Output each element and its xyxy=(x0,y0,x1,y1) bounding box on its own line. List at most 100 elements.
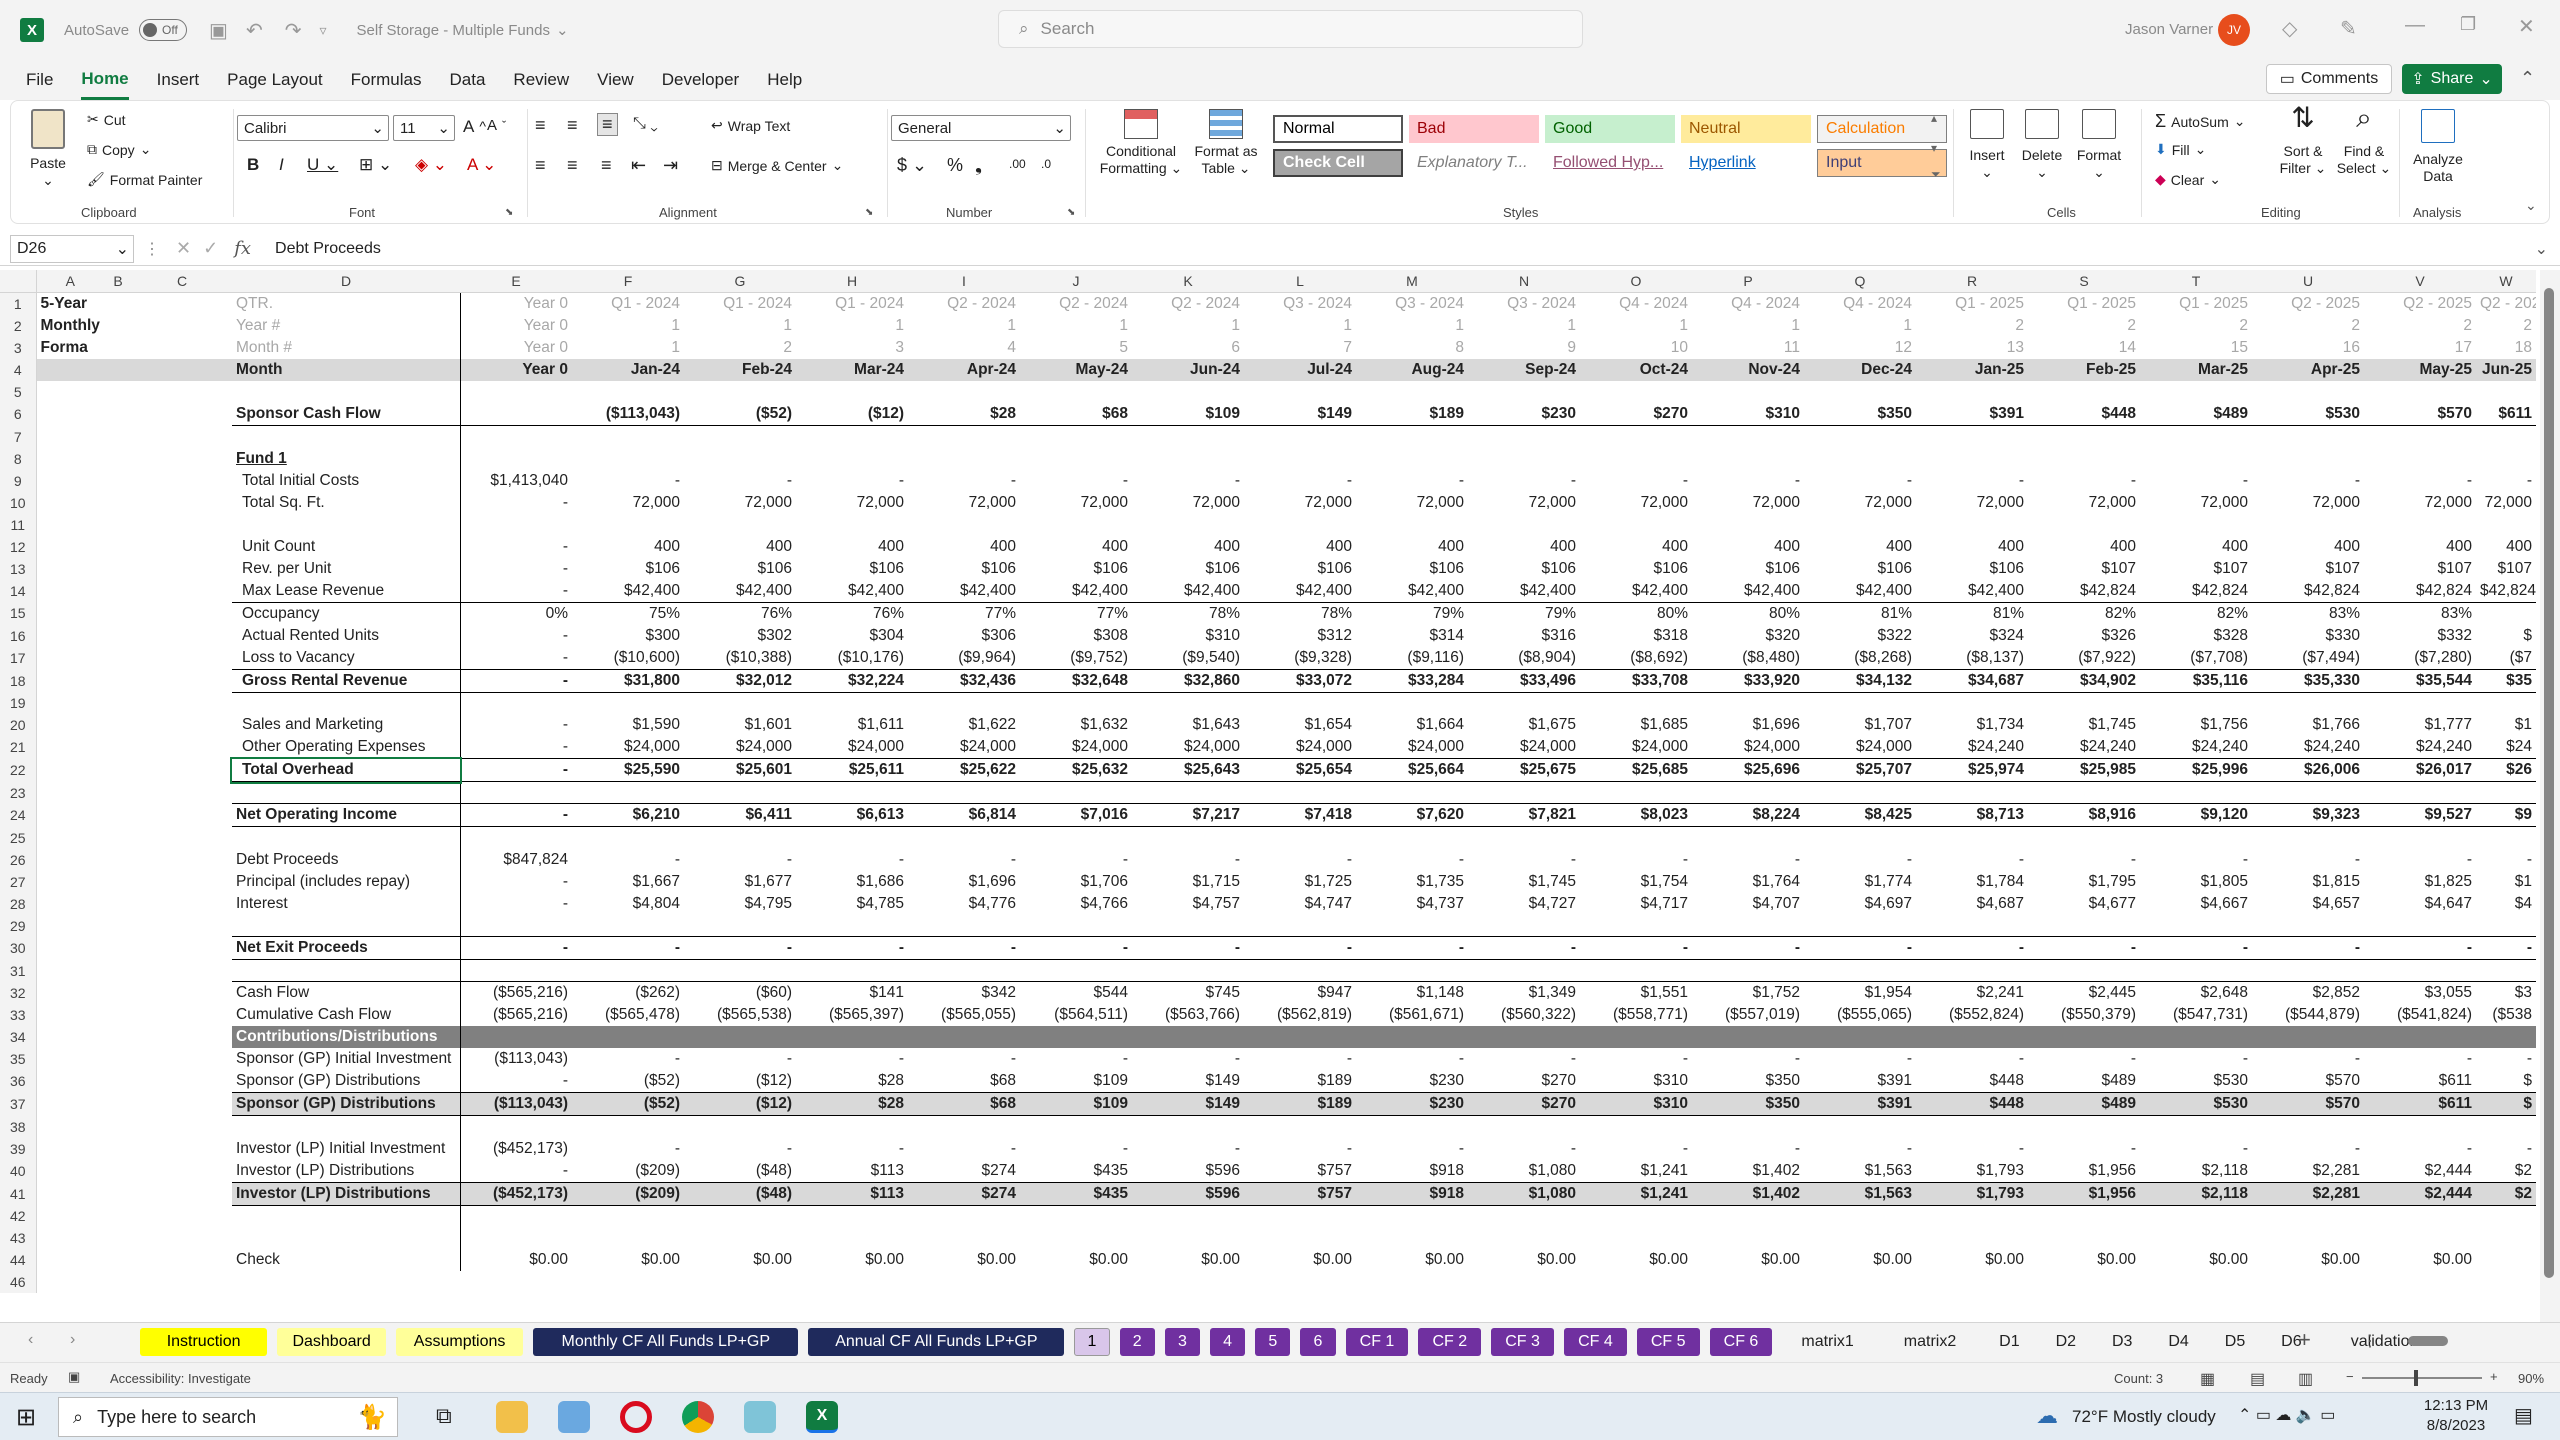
cell-value[interactable]: $322 xyxy=(1804,625,1916,647)
cell-value[interactable]: - xyxy=(1132,1138,1244,1160)
cell-value[interactable]: - xyxy=(684,849,796,871)
cell-year0[interactable]: ($565,216) xyxy=(459,1004,572,1026)
cell-value[interactable]: - xyxy=(684,470,796,492)
cell-value[interactable] xyxy=(1244,514,1356,536)
cell-value[interactable]: $106 xyxy=(1580,558,1692,580)
cell[interactable] xyxy=(132,470,232,492)
cell-value[interactable] xyxy=(1692,1116,1804,1138)
cell-value[interactable]: $34,902 xyxy=(2028,668,2140,693)
cell-value[interactable]: $24,240 xyxy=(2140,736,2252,759)
cell-value[interactable]: ($560,322) xyxy=(1468,1004,1580,1026)
cell-value[interactable]: $1,793 xyxy=(1916,1160,2028,1183)
zoom-out-icon[interactable]: − xyxy=(2346,1369,2354,1384)
cell-value[interactable]: - xyxy=(684,1048,796,1070)
close-icon[interactable]: ✕ xyxy=(2518,14,2535,39)
cell-value[interactable]: $24,000 xyxy=(1468,736,1580,759)
cell[interactable] xyxy=(104,804,132,827)
cell-value[interactable]: $324 xyxy=(1916,625,2028,647)
cell-value[interactable] xyxy=(2476,692,2536,714)
row-number[interactable]: 10 xyxy=(0,491,37,514)
cell-value[interactable] xyxy=(1020,1116,1132,1138)
cell-value[interactable] xyxy=(1804,514,1916,536)
cell-value[interactable] xyxy=(2028,1205,2140,1227)
cell[interactable] xyxy=(132,337,232,359)
cell-value[interactable] xyxy=(2140,1116,2252,1138)
cell-value[interactable]: - xyxy=(572,936,684,960)
cell-value[interactable] xyxy=(1244,827,1356,849)
cell[interactable] xyxy=(1132,1271,1244,1293)
cell-value[interactable]: $24,240 xyxy=(2252,736,2364,759)
cell-value[interactable]: 1 xyxy=(1020,315,1132,337)
cell-value[interactable] xyxy=(2252,426,2364,448)
cell-value[interactable]: $3,055 xyxy=(2364,981,2476,1004)
cell-value[interactable] xyxy=(796,827,908,849)
cell-value[interactable]: $42,400 xyxy=(572,579,684,603)
cell-value[interactable] xyxy=(1020,1026,1132,1048)
cell[interactable] xyxy=(104,871,132,893)
cell-value[interactable]: $109 xyxy=(1132,403,1244,426)
cell-value[interactable]: - xyxy=(1692,470,1804,492)
cell-year0[interactable]: - xyxy=(459,936,572,960)
cell-value[interactable] xyxy=(1020,1227,1132,1249)
insert-cells-button[interactable]: Insert ⌄ xyxy=(1963,109,2011,181)
cell-value[interactable]: $106 xyxy=(684,558,796,580)
cell-value[interactable]: $391 xyxy=(1804,1070,1916,1093)
cell-value[interactable]: ($565,538) xyxy=(684,1004,796,1026)
cell-value[interactable]: - xyxy=(1244,936,1356,960)
cell-value[interactable]: $530 xyxy=(2140,1092,2252,1116)
cell-value[interactable]: $1,734 xyxy=(1916,714,2028,736)
row-label[interactable] xyxy=(232,960,460,982)
cell-value[interactable]: $8,916 xyxy=(2028,803,2140,827)
cell-value[interactable]: $109 xyxy=(1020,1070,1132,1093)
styles-scroll-up-icon[interactable]: ▴ xyxy=(1931,111,1937,125)
cell-value[interactable]: $42,400 xyxy=(1244,579,1356,603)
cell-style-calculation[interactable]: Calculation xyxy=(1817,115,1947,143)
cell-value[interactable]: Jun-25 xyxy=(2476,359,2536,381)
cell-value[interactable]: $1,643 xyxy=(1132,714,1244,736)
cell-value[interactable]: $28 xyxy=(796,1070,908,1093)
cell-value[interactable] xyxy=(1916,782,2028,804)
increase-decimal-icon[interactable]: .00 xyxy=(1009,157,1026,171)
row-number[interactable]: 13 xyxy=(0,557,37,580)
cell-value[interactable]: - xyxy=(1916,936,2028,960)
cell-value[interactable]: $448 xyxy=(1916,1070,2028,1093)
search-box[interactable]: ⌕ Search xyxy=(998,10,1583,48)
cell-value[interactable]: $4,707 xyxy=(1692,893,1804,915)
row-number[interactable]: 24 xyxy=(0,803,37,827)
cell[interactable] xyxy=(132,736,232,759)
cell-value[interactable]: Q2 - 2025 xyxy=(2364,293,2476,316)
cell-value[interactable]: 3 xyxy=(796,337,908,359)
row-number[interactable]: 40 xyxy=(0,1159,37,1182)
sheet-tab-6[interactable]: 6 xyxy=(1300,1328,1336,1356)
row-label[interactable]: Unit Count xyxy=(232,536,460,558)
row-label[interactable]: Cash Flow xyxy=(232,981,460,1004)
cell-a[interactable] xyxy=(36,1093,104,1116)
cell-value[interactable] xyxy=(1132,692,1244,714)
cell-value[interactable]: $0.00 xyxy=(684,1249,796,1271)
cell-value[interactable] xyxy=(1132,782,1244,804)
format-cells-button[interactable]: Format ⌄ xyxy=(2071,109,2127,181)
cell-value[interactable] xyxy=(1468,1205,1580,1227)
accessibility-status[interactable]: Accessibility: Investigate xyxy=(110,1371,251,1386)
cell-value[interactable]: $ xyxy=(2476,625,2536,647)
cell-value[interactable]: - xyxy=(908,470,1020,492)
cell[interactable] xyxy=(132,960,232,982)
cell-value[interactable]: - xyxy=(796,849,908,871)
row-number[interactable]: 34 xyxy=(0,1026,37,1048)
cell-value[interactable] xyxy=(2364,514,2476,536)
cell-value[interactable]: $ xyxy=(2476,1092,2536,1116)
cell-value[interactable]: $1,825 xyxy=(2364,871,2476,893)
cell-a[interactable] xyxy=(36,915,104,937)
cell-value[interactable]: $25,622 xyxy=(908,758,1020,782)
fill-button[interactable]: ⬇ Fill ⌄ xyxy=(2155,141,2206,158)
cell[interactable] xyxy=(1356,1271,1468,1293)
cell-value[interactable] xyxy=(2140,782,2252,804)
cell-value[interactable] xyxy=(1916,514,2028,536)
cell[interactable] xyxy=(104,580,132,603)
cell-value[interactable]: $2,118 xyxy=(2140,1181,2252,1206)
cell-value[interactable] xyxy=(1356,827,1468,849)
cell-value[interactable]: $24,000 xyxy=(1692,736,1804,759)
cell-a[interactable] xyxy=(36,960,104,982)
cell-a[interactable]: Monthly Pro- xyxy=(36,315,105,337)
cell-value[interactable] xyxy=(796,1116,908,1138)
